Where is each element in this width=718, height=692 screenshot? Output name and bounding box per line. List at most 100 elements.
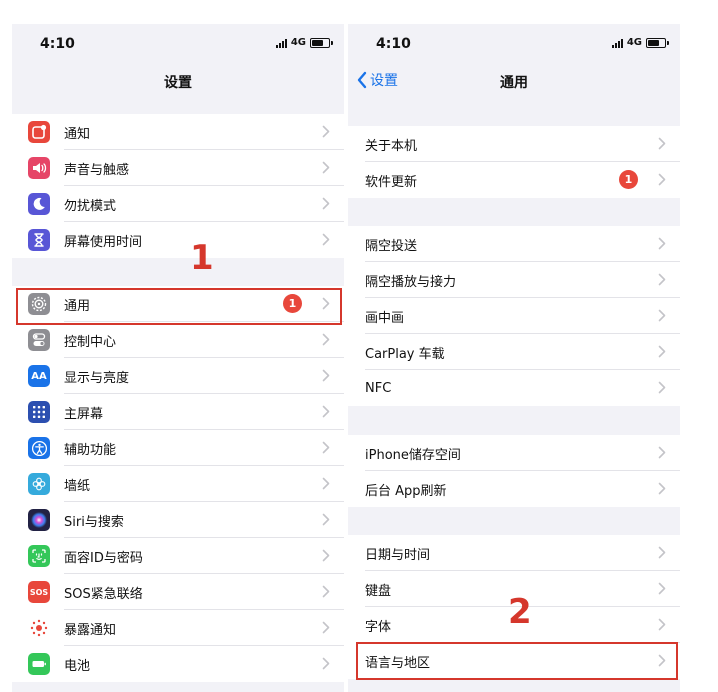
row-label: 通知 <box>64 126 91 142</box>
row-label: 勿扰模式 <box>64 198 117 214</box>
row-label: 主屏幕 <box>64 406 104 422</box>
row-label: Siri与搜索 <box>64 514 124 530</box>
row-label: 软件更新 <box>365 174 418 190</box>
settings-row-屏幕使用时间[interactable]: 屏幕使用时间 <box>12 222 344 258</box>
text-size-icon: AA <box>28 365 50 387</box>
toggles-icon <box>28 329 50 351</box>
settings-row-关于本机[interactable]: 关于本机 <box>348 126 680 162</box>
notifications-icon <box>28 121 50 143</box>
row-label: 隔空投送 <box>365 238 418 254</box>
row-label: 画中画 <box>365 310 405 326</box>
step-number-2: 2 <box>508 592 532 632</box>
row-label: iPhone储存空间 <box>365 447 461 463</box>
signal-icon <box>611 38 623 48</box>
row-label: 显示与亮度 <box>64 370 130 386</box>
settings-row-主屏幕[interactable]: 主屏幕 <box>12 394 344 430</box>
chevron-right-icon <box>322 477 330 490</box>
chevron-right-icon <box>658 237 666 250</box>
settings-row-nfc[interactable]: NFC <box>348 370 680 406</box>
settings-row-软件更新[interactable]: 软件更新 1 <box>348 162 680 198</box>
status-bar: 4:10 4G <box>348 24 680 62</box>
moon-icon <box>28 193 50 215</box>
row-label: 隔空播放与接力 <box>365 274 457 290</box>
chevron-right-icon <box>322 233 330 246</box>
chevron-right-icon <box>658 173 666 186</box>
row-label: 控制中心 <box>64 334 117 350</box>
icon-glyph: AA <box>31 370 47 382</box>
chevron-right-icon <box>658 345 666 358</box>
chevron-right-icon <box>658 309 666 322</box>
settings-row-sos紧急联络[interactable]: SOS SOS紧急联络 <box>12 574 344 610</box>
settings-row-声音与触感[interactable]: 声音与触感 <box>12 150 344 186</box>
settings-row-隔空投送[interactable]: 隔空投送 <box>348 226 680 262</box>
settings-row-siri与搜索[interactable]: Siri与搜索 <box>12 502 344 538</box>
row-label: 电池 <box>64 658 91 674</box>
hourglass-icon <box>28 229 50 251</box>
row-label: NFC <box>365 380 392 396</box>
chevron-right-icon <box>658 582 666 595</box>
status-time: 4:10 <box>40 36 75 52</box>
settings-row-暴露通知[interactable]: 暴露通知 <box>12 610 344 646</box>
settings-row-后台-app刷新[interactable]: 后台 App刷新 <box>348 471 680 507</box>
settings-row-显示与亮度[interactable]: AA 显示与亮度 <box>12 358 344 394</box>
settings-screen: 4:10 4G 设置 通知 声音与触感 勿扰模式 屏幕使用时间 通用 1 控制中心 AA 显示… <box>12 24 344 692</box>
face-id-icon <box>28 545 50 567</box>
row-label: SOS紧急联络 <box>64 586 143 602</box>
icon-glyph: SOS <box>29 587 49 597</box>
chevron-right-icon <box>322 621 330 634</box>
settings-row-辅助功能[interactable]: 辅助功能 <box>12 430 344 466</box>
nav-bar: 设置 <box>12 62 344 100</box>
settings-group-2: 通用 1 控制中心 AA 显示与亮度 主屏幕 辅助功能 墙纸 Siri与搜索 面容ID与密码 SOS… <box>12 286 344 682</box>
chevron-right-icon <box>322 549 330 562</box>
row-label: 后台 App刷新 <box>365 483 447 499</box>
chevron-right-icon <box>658 482 666 495</box>
siri-icon <box>28 509 50 531</box>
speaker-icon <box>28 157 50 179</box>
battery-icon <box>28 653 50 675</box>
chevron-right-icon <box>658 137 666 150</box>
chevron-right-icon <box>658 273 666 286</box>
settings-row-电池[interactable]: 电池 <box>12 646 344 682</box>
chevron-right-icon <box>322 161 330 174</box>
general-group-3: iPhone储存空间 后台 App刷新 <box>348 435 680 507</box>
general-group-1: 关于本机 软件更新 1 <box>348 126 680 198</box>
highlight-language-row <box>356 642 678 680</box>
home-grid-icon <box>28 401 50 423</box>
chevron-right-icon <box>658 618 666 631</box>
row-label: 辅助功能 <box>64 442 117 458</box>
chevron-right-icon <box>322 513 330 526</box>
signal-icon <box>275 38 287 48</box>
row-label: CarPlay 车载 <box>365 346 445 362</box>
step-number-1: 1 <box>190 238 214 278</box>
settings-row-iphone储存空间[interactable]: iPhone储存空间 <box>348 435 680 471</box>
row-label: 暴露通知 <box>64 622 117 638</box>
page-title: 通用 <box>500 75 528 91</box>
settings-row-通知[interactable]: 通知 <box>12 114 344 150</box>
network-type: 4G <box>290 37 306 48</box>
settings-row-画中画[interactable]: 画中画 <box>348 298 680 334</box>
sos-icon: SOS <box>28 581 50 603</box>
chevron-right-icon <box>322 657 330 670</box>
status-time: 4:10 <box>376 36 411 52</box>
chevron-right-icon <box>322 333 330 346</box>
row-label: 日期与时间 <box>365 547 431 563</box>
status-bar: 4:10 4G <box>12 24 344 62</box>
row-label: 墙纸 <box>64 478 91 494</box>
chevron-right-icon <box>322 369 330 382</box>
chevron-right-icon <box>658 381 666 394</box>
chevron-right-icon <box>658 446 666 459</box>
chevron-right-icon <box>322 405 330 418</box>
settings-row-carplay-车载[interactable]: CarPlay 车载 <box>348 334 680 370</box>
chevron-right-icon <box>322 125 330 138</box>
settings-row-墙纸[interactable]: 墙纸 <box>12 466 344 502</box>
settings-row-面容id与密码[interactable]: 面容ID与密码 <box>12 538 344 574</box>
settings-row-控制中心[interactable]: 控制中心 <box>12 322 344 358</box>
highlight-general-row <box>16 288 342 325</box>
settings-group-1: 通知声音与触感勿扰模式屏幕使用时间 <box>12 114 344 258</box>
settings-row-勿扰模式[interactable]: 勿扰模式 <box>12 186 344 222</box>
settings-row-日期与时间[interactable]: 日期与时间 <box>348 535 680 571</box>
accessibility-icon <box>28 437 50 459</box>
chevron-right-icon <box>322 197 330 210</box>
settings-row-隔空播放与接力[interactable]: 隔空播放与接力 <box>348 262 680 298</box>
row-label: 字体 <box>365 619 392 635</box>
